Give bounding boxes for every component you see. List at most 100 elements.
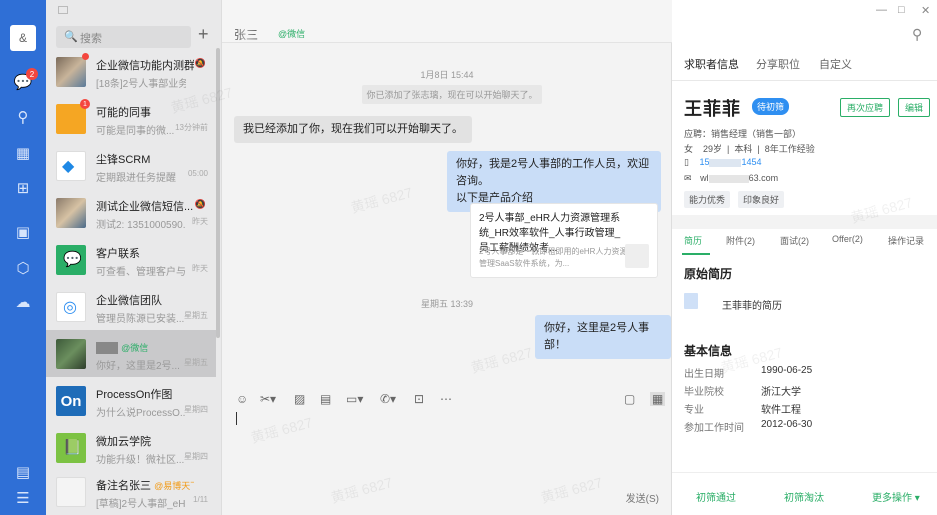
conversation-list: 🔍 搜索 + 企业微信功能内测群 🔕 [18条]2号人事部业务... 1 可能的…	[46, 0, 222, 515]
image-icon[interactable]: ▨	[294, 392, 305, 406]
chat-pane: 张三 @微信 1月8日 15:44 你已添加了张志璃，现在可以开始聊天了。 我已…	[222, 0, 672, 515]
unread-badge: 2	[26, 68, 38, 80]
applied-position: 应聘：销售经理（销售一部）	[684, 129, 802, 139]
reapply-button[interactable]: 再次应聘	[840, 98, 891, 117]
user-icon[interactable]: ⚲	[912, 26, 922, 43]
unread-dot	[82, 53, 89, 60]
menu-icon[interactable]: ☰	[13, 488, 33, 508]
panel-footer: 初筛通过 初筛淘汰 更多操作 ▾	[672, 472, 937, 515]
avatar	[56, 57, 86, 87]
team-logo-icon: ◎	[63, 299, 77, 316]
candidate-meta: 女 29岁 | 本科 | 8年工作经验	[684, 144, 815, 154]
conversation-item[interactable]: 备注名张三 @易博天下 [草稿]2号人事部_eH... 1/11	[46, 468, 216, 515]
mute-icon: 🔕	[194, 199, 206, 209]
minimize-icon[interactable]: —	[876, 4, 887, 16]
message-bubble-right: 你好，这里是2号人事部！	[535, 315, 671, 359]
active-tab-indicator	[682, 253, 710, 255]
processon-logo-icon: On	[56, 386, 86, 416]
subtab-logs[interactable]: 操作记录	[888, 234, 924, 247]
clipboard-icon[interactable]: ⊡	[414, 392, 424, 406]
avatar	[56, 477, 86, 507]
apps-icon[interactable]: ⊞	[13, 178, 33, 198]
stage-badge: 待初筛	[752, 98, 790, 115]
emoji-icon[interactable]: ☺	[236, 392, 248, 406]
candidate-panel: — □ ✕ ⚲ 求职者信息 分享职位 自定义 王菲菲 待初筛 再次应聘 编辑 应…	[672, 0, 937, 515]
resume-file[interactable]: 王菲菲的简历	[722, 297, 782, 312]
message-icon: 💬	[63, 251, 82, 268]
info-row: 参加工作时间 2012-06-30	[684, 419, 813, 434]
conversation-item[interactable]: ◎ 企业微信团队 管理员陈源已安装... 星期五	[46, 283, 216, 330]
timestamp: 星期五 13:39	[420, 299, 474, 309]
grid-mode-icon[interactable]: ▦	[650, 392, 666, 406]
timestamp: 1月8日 15:44	[420, 70, 474, 80]
text-cursor	[236, 412, 237, 425]
file-icon	[684, 293, 698, 309]
close-icon[interactable]: ✕	[921, 4, 930, 17]
input-toolbar: ☺ ✂▾ ▨ ▤ ▭▾ ✆▾ ⊡ ⋯ ▢ ▦	[222, 388, 672, 414]
calendar-icon[interactable]: ▦	[13, 143, 33, 163]
add-button[interactable]: +	[198, 24, 209, 45]
subtab-attachments[interactable]: 附件(2)	[726, 234, 755, 247]
sub-tabs: 简历 附件(2) 面试(2) Offer(2) 操作记录	[672, 232, 937, 254]
avatar	[56, 104, 86, 134]
section-title-resume: 原始简历	[684, 267, 733, 281]
notes-icon[interactable]: ▤	[13, 462, 33, 482]
tab-share-job[interactable]: 分享职位	[756, 56, 800, 72]
tab-custom[interactable]: 自定义	[819, 56, 852, 72]
edit-button[interactable]: 编辑	[898, 98, 931, 117]
tab-candidate-info[interactable]: 求职者信息	[684, 56, 739, 72]
profile-avatar[interactable]: &	[10, 25, 36, 51]
chat-icon[interactable]: 💬 2	[13, 68, 38, 92]
mute-icon: 🔕	[194, 58, 206, 68]
subtab-resume[interactable]: 简历	[684, 234, 702, 247]
more-actions-button[interactable]: 更多操作 ▾	[872, 489, 920, 504]
screenshot-icon[interactable]: ✂▾	[260, 392, 276, 406]
conversation-item[interactable]: 📗 微加云学院 功能升级！微社区... 星期四	[46, 424, 216, 471]
info-row: 专业 软件工程	[684, 405, 801, 416]
send-button[interactable]: 发送(S)	[626, 490, 659, 505]
contacts-icon[interactable]: ⚲	[13, 107, 33, 127]
info-row: 毕业院校 浙江大学	[684, 387, 801, 398]
avatar: ◎	[56, 292, 86, 322]
avatar: 💬	[56, 245, 86, 275]
list-scrollbar[interactable]	[216, 48, 220, 338]
chat-title: 张三	[234, 28, 259, 42]
search-input[interactable]: 🔍 搜索	[56, 26, 191, 48]
link-card[interactable]: 2号人事部_eHR人力资源管理系统_HR效率软件_人事行政管理_员工薪酬绩效考.…	[470, 203, 658, 278]
avatar	[56, 339, 86, 369]
phone-icon: ▯	[684, 157, 689, 167]
docs-icon[interactable]: ▣	[13, 222, 33, 242]
info-row: 出生日期 1990-06-25	[684, 365, 813, 380]
conversation-item[interactable]: 1 可能的同事 可能是同事的微... 13分钟前	[46, 95, 216, 142]
conversation-item[interactable]: 💬 客户联系 可查看、管理客户与... 昨天	[46, 236, 216, 283]
conversation-item[interactable]: ◆ 尘锋SCRM 定期跟进任务提醒 05:00	[46, 142, 216, 189]
message-bubble-left: 我已经添加了你，现在我们可以开始聊天了。	[234, 116, 472, 143]
conversation-item[interactable]: 企业微信功能内测群 🔕 [18条]2号人事部业务...	[46, 48, 216, 95]
reject-screening-button[interactable]: 初筛淘汰	[784, 489, 824, 504]
scrm-logo-icon: ◆	[62, 158, 75, 175]
folder-icon[interactable]: ▭▾	[346, 392, 363, 406]
divider	[672, 80, 937, 81]
avatar: 📗	[56, 433, 86, 463]
tag-chip: 能力优秀	[684, 191, 731, 208]
avatar	[56, 198, 86, 228]
link-thumbnail	[625, 244, 649, 268]
email-row: ✉ wl 63.com	[684, 173, 779, 183]
system-message: 你已添加了张志璃，现在可以开始聊天了。	[362, 85, 542, 104]
conversation-item-selected[interactable]: 张三 @微信 你好，这里是2号... 星期五	[46, 330, 216, 377]
conversation-item[interactable]: 测试企业微信短信... 🔕 测试2: 1351000590... 昨天	[46, 189, 216, 236]
workbench-icon[interactable]: ⬡	[13, 258, 33, 278]
window-mode-icon[interactable]: ▢	[624, 392, 635, 406]
cloud-icon[interactable]: ☁	[13, 292, 33, 312]
conversation-item[interactable]: On ProcessOn作图 为什么说ProcessO... 星期四	[46, 377, 216, 424]
search-icon: 🔍	[64, 31, 78, 43]
phone-icon[interactable]: ✆▾	[380, 392, 396, 406]
subtab-offers[interactable]: Offer(2)	[832, 234, 863, 244]
pass-screening-button[interactable]: 初筛通过	[696, 489, 736, 504]
tag-chip: 印象良好	[738, 191, 785, 208]
more-icon[interactable]: ⋯	[440, 392, 452, 406]
maximize-icon[interactable]: □	[898, 4, 905, 16]
subtab-interviews[interactable]: 面试(2)	[780, 234, 809, 247]
section-title-basic: 基本信息	[684, 344, 733, 358]
doc-icon[interactable]: ▤	[320, 392, 331, 406]
